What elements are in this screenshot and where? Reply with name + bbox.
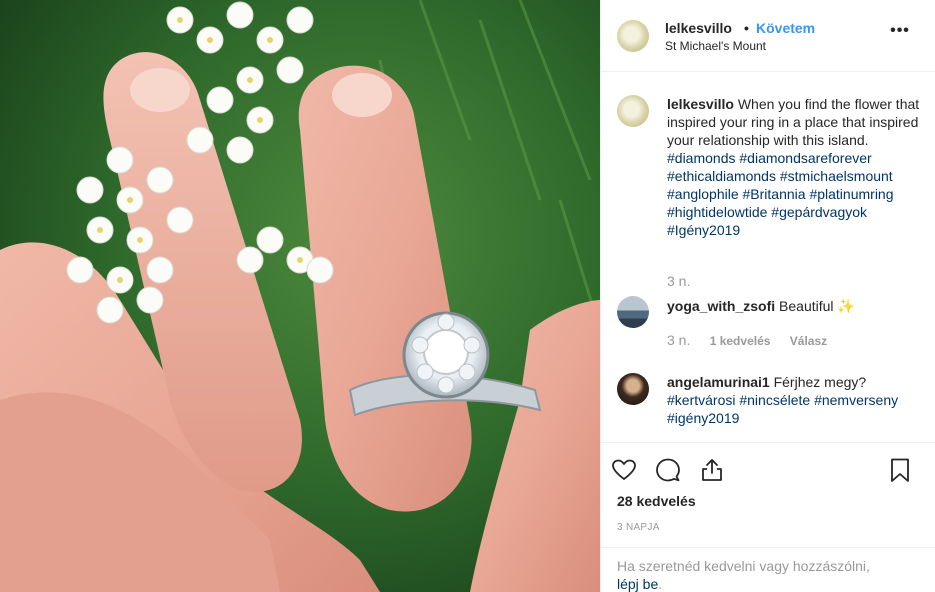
login-prompt: Ha szeretnéd kedvelni vagy hozzászólni, … (601, 547, 935, 592)
post-photo[interactable] (0, 0, 600, 592)
hashtag[interactable]: #platinumring (809, 186, 893, 202)
login-link[interactable]: lépj be (617, 576, 658, 592)
hashtag[interactable]: #anglophile (667, 186, 739, 202)
hashtag[interactable]: #nemverseny (814, 392, 898, 408)
comment-text: Férjhez megy? (773, 374, 867, 390)
instagram-post: lelkesvillo • Követem St Michael's Mount… (0, 0, 935, 592)
avatar[interactable] (617, 95, 649, 127)
follow-button[interactable]: Követem (756, 20, 815, 36)
login-suffix: . (658, 576, 663, 592)
hashtag[interactable]: #Britannia (743, 186, 806, 202)
hashtag[interactable]: #nincsélete (739, 392, 810, 408)
comments-list[interactable]: lelkesvillo When you find the flower tha… (601, 72, 935, 442)
login-prompt-text: Ha szeretnéd kedvelni vagy hozzászólni, (617, 558, 870, 574)
post-header: lelkesvillo • Követem St Michael's Mount… (601, 0, 935, 72)
bookmark-icon[interactable] (886, 456, 914, 484)
share-icon[interactable] (698, 456, 726, 484)
comment-username[interactable]: angelamurinai1 (667, 374, 770, 390)
hashtag[interactable]: #Igény2019 (667, 222, 740, 238)
hashtag[interactable]: #stmichaelsmount (780, 168, 893, 184)
comment-meta: 3 n. 1 kedvelés Válasz (667, 332, 843, 348)
hashtag[interactable]: #diamonds (667, 150, 736, 166)
hashtag[interactable]: #gepárdvagyok (771, 204, 867, 220)
avatar[interactable] (617, 20, 649, 52)
comment-time[interactable]: 3 n. (667, 332, 690, 348)
separator-dot: • (744, 20, 749, 36)
caption-time[interactable]: 3 n. (667, 273, 690, 289)
post-date[interactable]: 3 NAPJA (617, 522, 660, 533)
more-options-icon[interactable]: ••• (885, 22, 915, 46)
likes-count[interactable]: 28 kedvelés (617, 493, 696, 509)
comment: angelamurinai1 Férjhez megy? #kertvárosi… (667, 373, 929, 427)
hashtag[interactable]: #hightidelowtide (667, 204, 767, 220)
comment-username[interactable]: yoga_with_zsofi (667, 298, 775, 314)
reply-button[interactable]: Válasz (790, 334, 827, 348)
hashtag[interactable]: #kertvárosi (667, 392, 735, 408)
post-sidebar: lelkesvillo • Követem St Michael's Mount… (600, 0, 935, 592)
heart-icon[interactable] (610, 456, 638, 484)
comment-likes-button[interactable]: 1 kedvelés (710, 334, 771, 348)
post-actions: 28 kedvelés 3 NAPJA Ha szeretnéd kedveln… (601, 442, 935, 592)
avatar[interactable] (617, 296, 649, 328)
location-link[interactable]: St Michael's Mount (665, 39, 766, 53)
caption-meta: 3 n. (667, 273, 706, 289)
comment-text: Beautiful ✨ (779, 298, 855, 314)
hashtag[interactable]: #diamondsareforever (739, 150, 871, 166)
header-username[interactable]: lelkesvillo (665, 20, 732, 36)
avatar[interactable] (617, 373, 649, 405)
caption: lelkesvillo When you find the flower tha… (667, 95, 929, 239)
comment: yoga_with_zsofi Beautiful ✨ (667, 297, 929, 315)
comment-icon[interactable] (654, 456, 682, 484)
hashtag[interactable]: #igény2019 (667, 410, 739, 426)
hashtag[interactable]: #ethicaldiamonds (667, 168, 776, 184)
ring-photo-illustration (0, 0, 600, 592)
caption-username[interactable]: lelkesvillo (667, 96, 734, 112)
